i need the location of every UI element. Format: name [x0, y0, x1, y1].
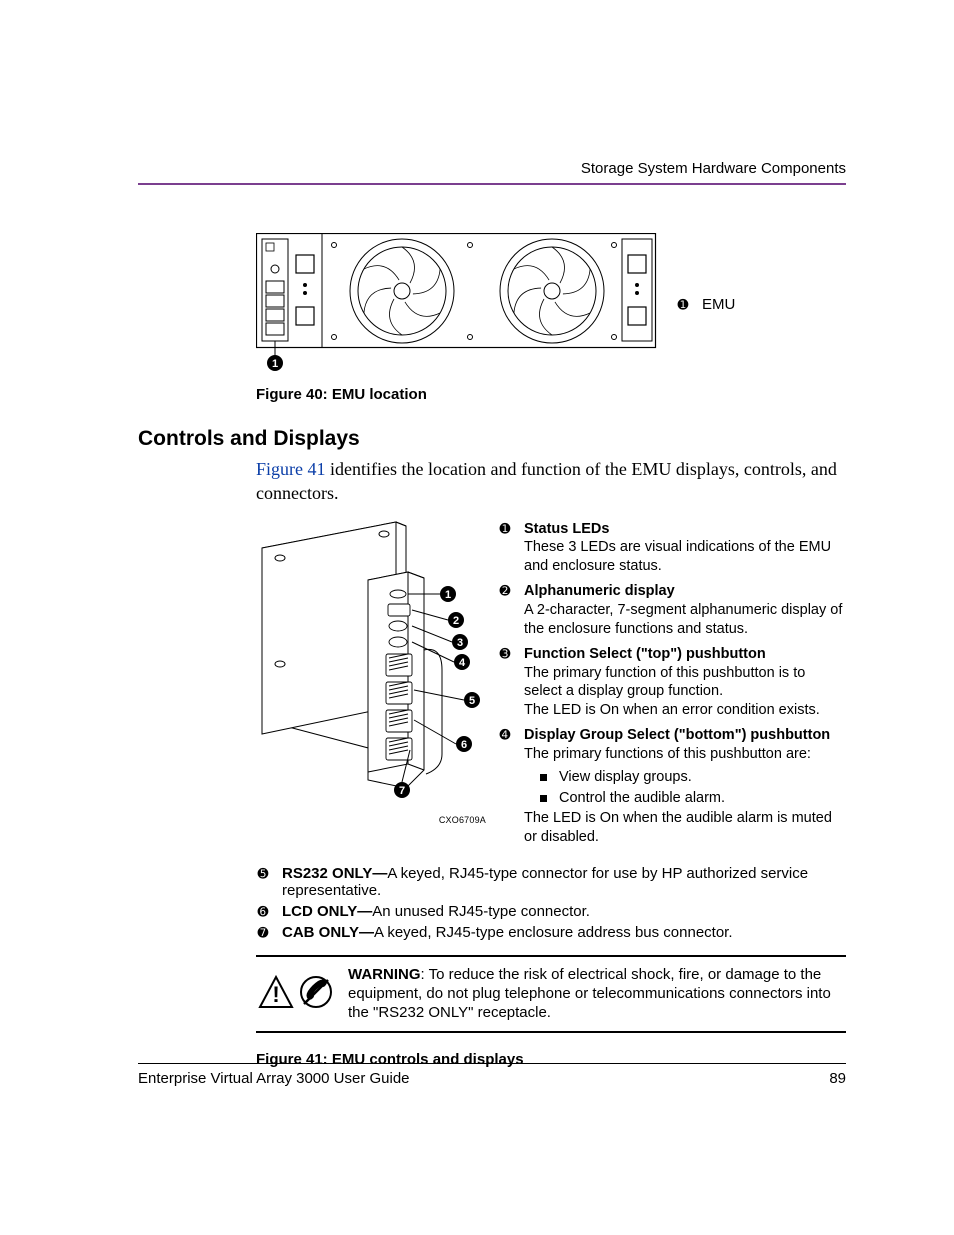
no-telephone-icon	[298, 975, 334, 1013]
legend-title-3: Function Select ("top") pushbutton	[524, 646, 766, 662]
footer-title: Enterprise Virtual Array 3000 User Guide	[138, 1070, 410, 1087]
legend-title-7: CAB ONLY—	[282, 924, 374, 941]
svg-text:5: 5	[469, 695, 475, 707]
legend-title-4: Display Group Select ("bottom") pushbutt…	[524, 727, 830, 743]
bullet-icon	[540, 789, 547, 808]
warning-text: : To reduce the risk of electrical shock…	[348, 966, 831, 1021]
legend-num-3: ➌	[498, 645, 512, 662]
legend-4-bullet-1: View display groups.	[559, 768, 692, 787]
legend-num-4: ➍	[498, 726, 512, 743]
legend-num-1: ➊	[498, 520, 512, 537]
legend-title-1: Status LEDs	[524, 521, 609, 537]
legend-desc-6: An unused RJ45-type connector.	[372, 903, 590, 920]
legend-title-5: RS232 ONLY—	[282, 865, 387, 882]
figure-41-xref[interactable]: Figure 41	[256, 459, 326, 479]
page-number: 89	[829, 1070, 846, 1087]
legend-num-7: ➐	[256, 924, 270, 941]
svg-text:4: 4	[459, 657, 466, 669]
legend-title-6: LCD ONLY—	[282, 903, 372, 920]
legend-desc-2: A 2-character, 7-segment alphanumeric di…	[524, 602, 842, 637]
section-heading: Controls and Displays	[138, 427, 846, 451]
figure-41-legend: ➊ Status LEDs These 3 LEDs are visual in…	[498, 520, 846, 854]
legend-desc-4: The primary functions of this pushbutton…	[524, 746, 811, 762]
legend-title-2: Alphanumeric display	[524, 583, 675, 599]
figure-40-key-num: ➊	[676, 296, 690, 313]
svg-text:!: !	[272, 982, 279, 1007]
svg-text:1: 1	[272, 358, 278, 370]
legend-desc-7: A keyed, RJ45-type enclosure address bus…	[374, 924, 733, 941]
svg-text:6: 6	[461, 739, 467, 751]
header-rule	[138, 183, 846, 185]
legend-num-2: ➋	[498, 582, 512, 599]
warning-label: WARNING	[348, 966, 421, 983]
legend-desc-1: These 3 LEDs are visual indications of t…	[524, 539, 831, 574]
legend-desc-3b: The LED is On when an error condition ex…	[524, 702, 820, 718]
figure-41-legend-lower: ➎ RS232 ONLY—A keyed, RJ45-type connecto…	[256, 865, 846, 941]
warning-triangle-icon: !	[258, 975, 294, 1013]
legend-4-bullet-2: Control the audible alarm.	[559, 789, 725, 808]
legend-num-5: ➎	[256, 865, 270, 882]
svg-text:1: 1	[445, 589, 451, 601]
bullet-icon	[540, 768, 547, 787]
legend-desc-4b: The LED is On when the audible alarm is …	[524, 810, 832, 845]
legend-num-6: ➏	[256, 903, 270, 920]
intro-paragraph: Figure 41 identifies the location and fu…	[256, 457, 846, 506]
svg-text:7: 7	[399, 785, 405, 797]
warning-box: ! WARNING: To reduce the risk of electri…	[256, 955, 846, 1033]
figure-40-key-label: EMU	[702, 296, 735, 313]
diagram-code: CXO6709A	[256, 815, 488, 825]
figure-40-caption: Figure 40: EMU location	[256, 386, 846, 403]
svg-text:2: 2	[453, 615, 459, 627]
running-header: Storage System Hardware Components	[138, 160, 846, 183]
svg-text:3: 3	[457, 637, 463, 649]
figure-40-diagram: 1	[256, 233, 658, 376]
figure-41-diagram: 1 2 3 4 5 6 7 CXO6709A	[256, 520, 488, 854]
legend-desc-3: The primary function of this pushbutton …	[524, 665, 805, 700]
